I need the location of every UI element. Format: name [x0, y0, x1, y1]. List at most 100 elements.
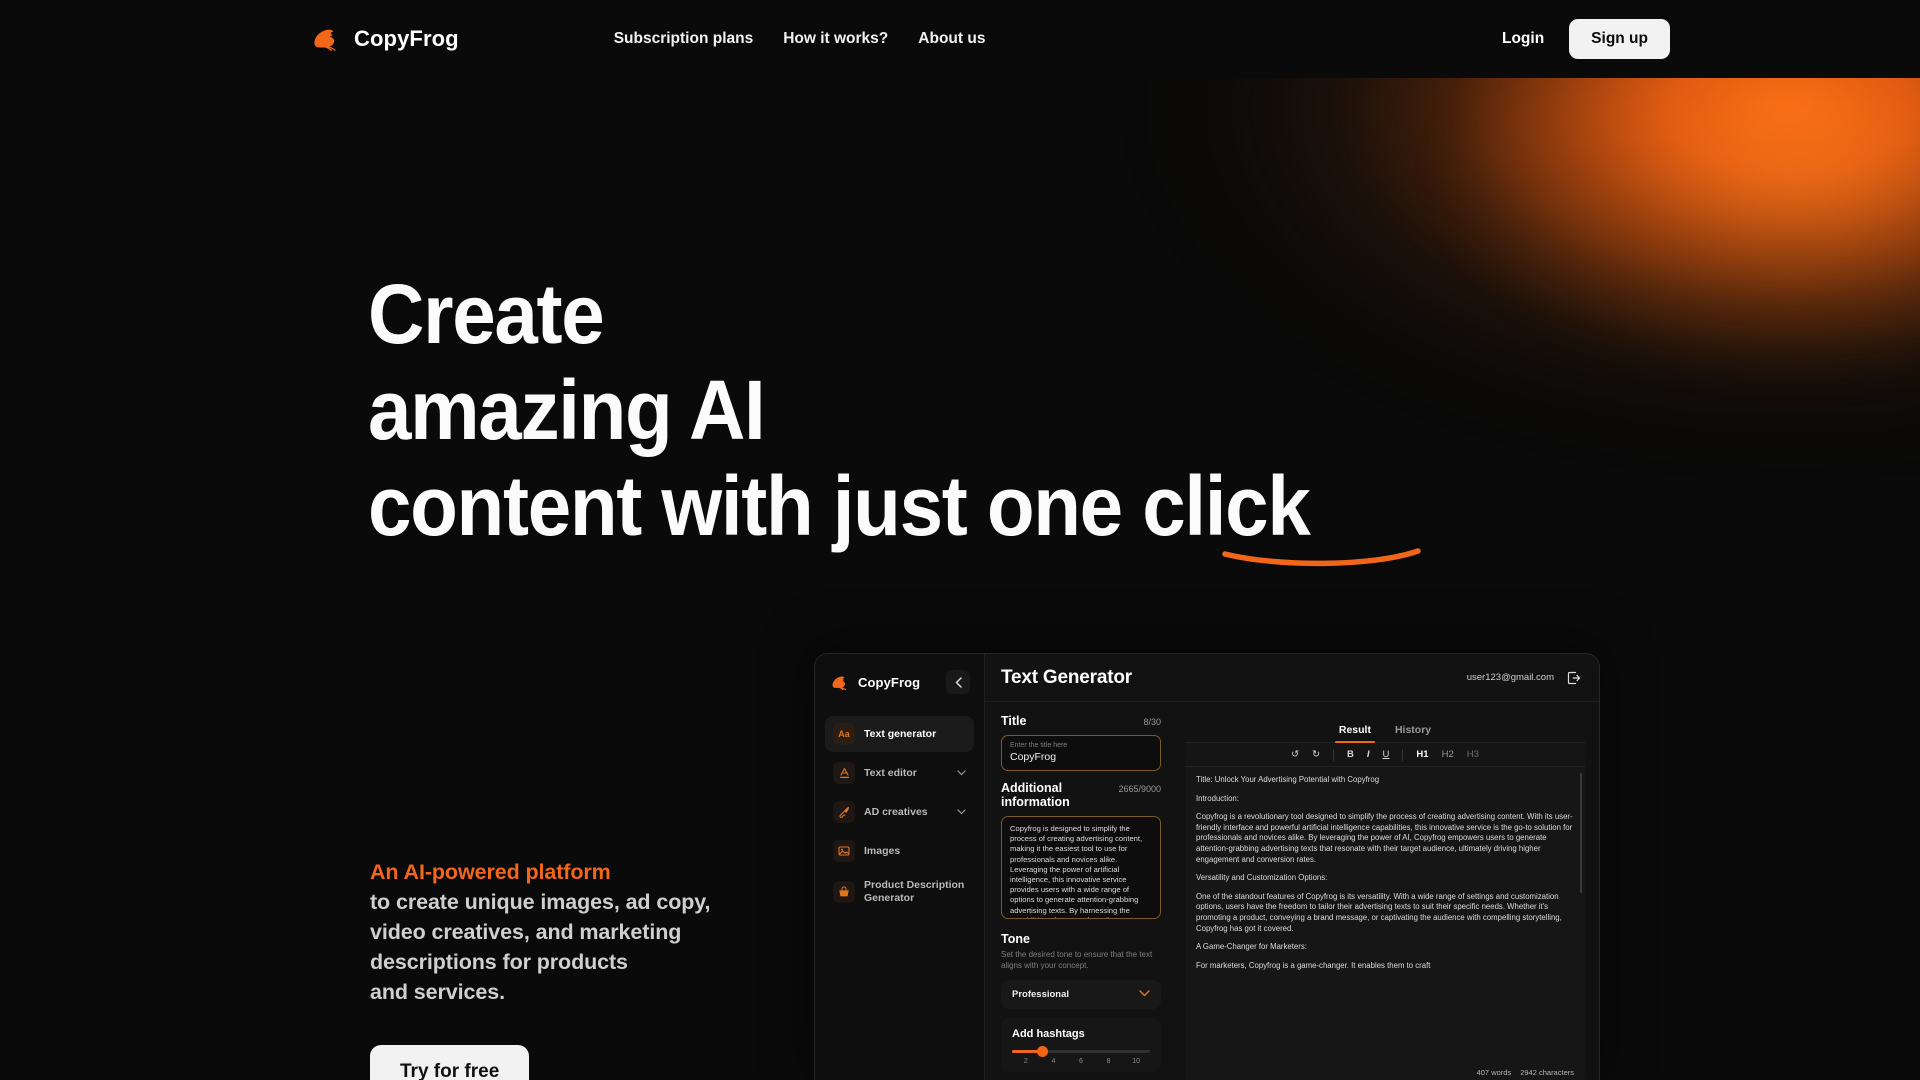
editor-toolbar: ↺ ↻ B I U H1 H2 H3 — [1185, 743, 1585, 767]
slider-tick: 2 — [1023, 1058, 1028, 1065]
result-scrollbar[interactable] — [1580, 773, 1582, 893]
hashtags-slider[interactable] — [1012, 1046, 1150, 1057]
app-main-header: Text Generator user123@gmail.com — [985, 654, 1599, 702]
sidebar-item-product-description-generator[interactable]: Product Description Generator — [825, 872, 974, 911]
tone-description: Set the desired tone to ensure that the … — [1001, 950, 1153, 970]
title-input-value: CopyFrog — [1010, 751, 1057, 763]
app-main-body: Title 8/30 Enter the title here CopyFrog… — [985, 702, 1599, 1080]
logout-icon[interactable] — [1565, 669, 1583, 687]
word-count: 407 words — [1476, 1068, 1512, 1077]
heading-3-button[interactable]: H3 — [1464, 749, 1482, 760]
result-paragraph: Copyfrog is a revolutionary tool designe… — [1196, 812, 1573, 864]
subcopy-line-4: and services. — [370, 980, 505, 1004]
sidebar-nav: Aa Text generator Text editor AD creativ… — [825, 716, 974, 911]
frog-logo-icon — [314, 29, 336, 52]
result-content[interactable]: Title: Unlock Your Advertising Potential… — [1185, 767, 1585, 1080]
sidebar-item-text-editor[interactable]: Text editor — [825, 755, 974, 791]
app-main: Text Generator user123@gmail.com Title 8… — [985, 654, 1599, 1080]
try-for-free-button[interactable]: Try for free — [370, 1045, 530, 1080]
result-paragraph: For marketers, Copyfrog is a game-change… — [1196, 960, 1431, 970]
additional-char-counter: 2665/9000 — [1118, 784, 1161, 794]
italic-button[interactable]: I — [1364, 749, 1373, 760]
sidebar-item-images[interactable]: Images — [825, 833, 974, 869]
aa-text-icon: Aa — [833, 723, 855, 745]
result-stats: 407 words 2942 characters — [1477, 1068, 1574, 1077]
nav-subscription-plans[interactable]: Subscription plans — [614, 30, 754, 48]
brush-icon — [833, 801, 855, 823]
main-nav: Subscription plans How it works? About u… — [614, 30, 986, 48]
subcopy-line-1: to create unique images, ad copy, — [370, 890, 711, 914]
subcopy-line-2: video creatives, and marketing — [370, 920, 682, 944]
subcopy-line-3: descriptions for products — [370, 950, 628, 974]
result-tabs: Result History — [1185, 724, 1585, 743]
undo-icon[interactable]: ↺ — [1288, 749, 1302, 760]
hashtags-label: Add hashtags — [1012, 1028, 1085, 1040]
app-preview-card: CopyFrog Aa Text generator Text editor A… — [814, 653, 1600, 1080]
sidebar-item-label: Images — [864, 844, 901, 857]
heading-1-button[interactable]: H1 — [1413, 749, 1431, 760]
subcopy-accent: An AI-powered platform — [370, 860, 611, 884]
logo-brand[interactable]: CopyFrog — [312, 26, 459, 52]
app-user-area: user123@gmail.com — [1467, 669, 1583, 687]
title-char-counter: 8/30 — [1143, 717, 1161, 727]
sidebar-item-label: Text editor — [864, 766, 917, 779]
character-count: 2942 characters — [1520, 1068, 1574, 1077]
title-field-header: Title 8/30 — [1001, 714, 1161, 728]
result-panel: Result History ↺ ↻ B I U H1 H2 H3 Title: — [1175, 702, 1599, 1080]
app-page-title: Text Generator — [1001, 666, 1132, 688]
sidebar-item-label: AD creatives — [864, 805, 928, 818]
heading-2-button[interactable]: H2 — [1439, 749, 1457, 760]
image-icon — [833, 840, 855, 862]
signup-button[interactable]: Sign up — [1569, 19, 1670, 59]
sidebar-brand-name: CopyFrog — [858, 674, 921, 690]
hashtags-panel: Add hashtags 2 4 6 8 10 — [1001, 1018, 1161, 1072]
additional-field-header: Additional information 2665/9000 — [1001, 781, 1161, 809]
basket-icon — [833, 880, 855, 903]
frog-logo-icon — [832, 676, 847, 690]
chevron-left-icon — [955, 676, 962, 688]
slider-ticks: 2 4 6 8 10 — [1012, 1058, 1150, 1065]
redo-icon[interactable]: ↻ — [1309, 749, 1323, 760]
bold-button[interactable]: B — [1344, 749, 1357, 760]
toolbar-divider — [1402, 748, 1404, 761]
additional-information-textarea[interactable]: Copyfrog is designed to simplify the pro… — [1001, 816, 1161, 919]
nav-how-it-works[interactable]: How it works? — [783, 30, 888, 48]
slider-thumb[interactable] — [1036, 1046, 1048, 1057]
title-input-placeholder: Enter the title here — [1010, 742, 1068, 749]
nav-about-us[interactable]: About us — [918, 30, 985, 48]
sidebar-item-ad-creatives[interactable]: AD creatives — [825, 794, 974, 830]
toolbar-divider — [1333, 748, 1335, 761]
additional-information-value: Copyfrog is designed to simplify the pro… — [1010, 824, 1146, 918]
auth-actions: Login Sign up — [1502, 19, 1670, 59]
title-input[interactable]: Enter the title here CopyFrog — [1001, 735, 1161, 771]
brand-name: CopyFrog — [354, 26, 459, 51]
slider-tick: 6 — [1079, 1058, 1083, 1065]
sidebar-item-label: Product Description Generator — [864, 879, 965, 904]
headline-line-3: content with just one click — [368, 459, 1311, 553]
chevron-down-icon — [1139, 989, 1150, 1000]
login-link[interactable]: Login — [1502, 30, 1544, 48]
chevron-down-icon[interactable] — [957, 807, 966, 817]
underline-button[interactable]: U — [1380, 749, 1393, 760]
result-paragraph: Title: Unlock Your Advertising Potential… — [1196, 775, 1380, 784]
sidebar-item-text-generator[interactable]: Aa Text generator — [825, 716, 974, 752]
result-paragraph: Introduction: — [1196, 793, 1239, 803]
underlined-a-icon — [833, 762, 855, 784]
site-header: CopyFrog Subscription plans How it works… — [0, 0, 1920, 78]
result-paragraph: Versatility and Customization Options: — [1196, 873, 1328, 883]
chevron-down-icon[interactable] — [957, 768, 966, 778]
tone-label: Tone — [1001, 932, 1030, 946]
headline-line-1: Create — [368, 267, 605, 361]
title-field-label: Title — [1001, 714, 1027, 728]
tone-select[interactable]: Professional — [1001, 980, 1161, 1009]
tone-selected-value: Professional — [1012, 989, 1070, 1000]
additional-field-label: Additional information — [1001, 781, 1070, 809]
user-email: user123@gmail.com — [1466, 672, 1554, 683]
tab-history[interactable]: History — [1395, 724, 1431, 742]
slider-tick: 10 — [1132, 1058, 1141, 1065]
hero-subcopy: An AI-powered platform to create unique … — [370, 857, 711, 1007]
slider-tick: 4 — [1051, 1058, 1056, 1065]
headline-line-2: amazing AI — [368, 363, 766, 457]
sidebar-collapse-button[interactable] — [946, 670, 970, 694]
tab-result[interactable]: Result — [1334, 724, 1376, 743]
